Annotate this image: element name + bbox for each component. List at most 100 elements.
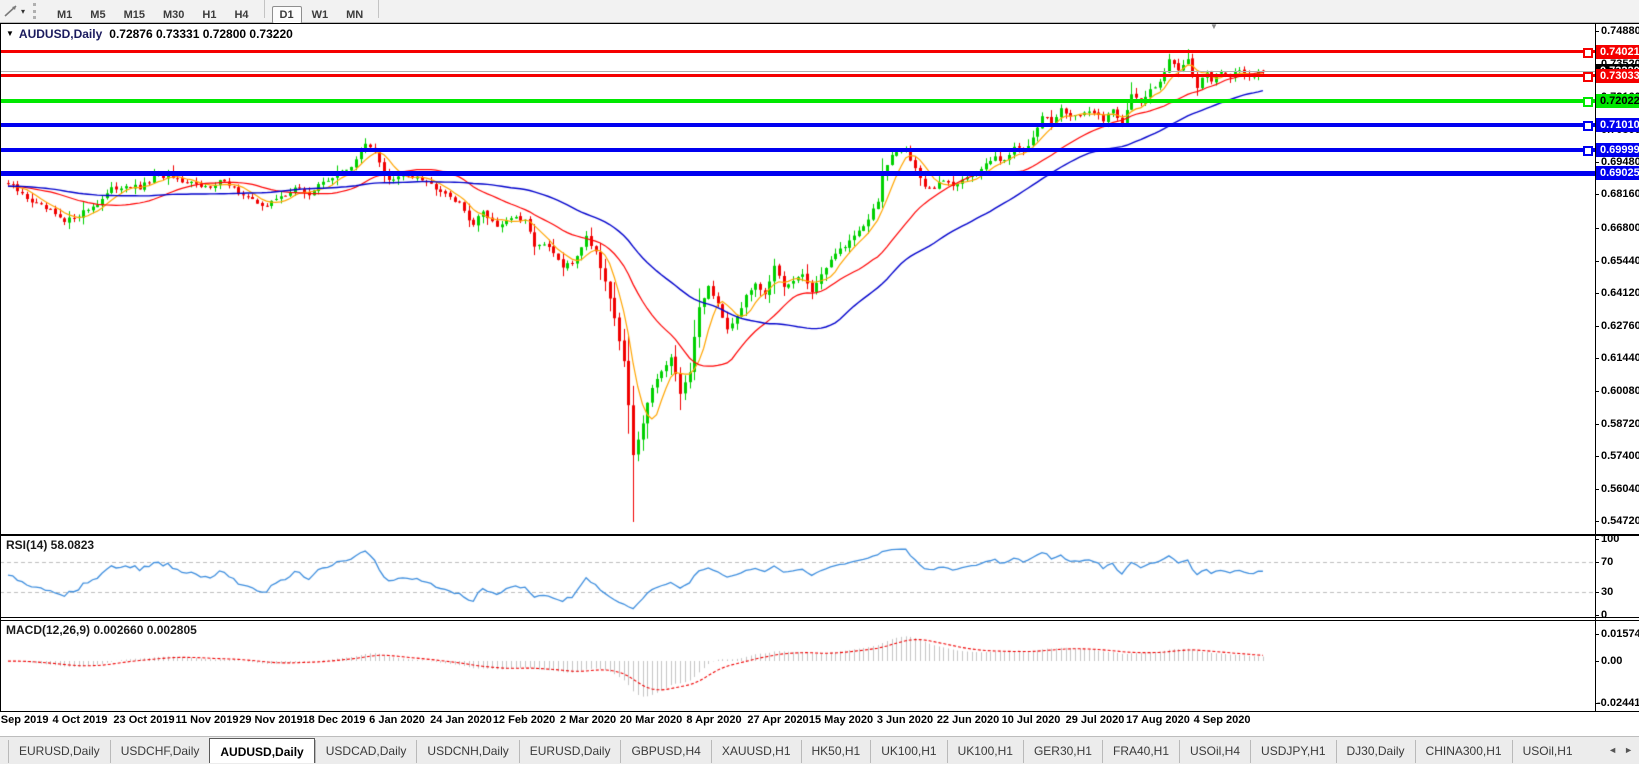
chart-ohlc-title: ▼AUDUSD,Daily0.72876 0.73331 0.72800 0.7… (6, 27, 293, 41)
horizontal-line[interactable] (0, 171, 1595, 176)
tab-usdchf-daily[interactable]: USDCHF,Daily (110, 740, 210, 763)
tab-eurusd-daily[interactable]: EURUSD,Daily (519, 740, 621, 763)
date-axis-label: 16 Sep 2019 (0, 714, 49, 727)
chart-left-border (0, 23, 1, 712)
tab-fra40-h1[interactable]: FRA40,H1 (1102, 740, 1179, 763)
macd-tick-label: -0.024412 (1597, 697, 1639, 710)
date-axis-label: 2 Mar 2020 (560, 714, 616, 727)
price-tick-label: 0.74880 (1601, 25, 1639, 38)
price-tick-label: 0.60080 (1601, 385, 1639, 398)
horizontal-line[interactable] (0, 74, 1595, 77)
price-tick-dash (1595, 228, 1599, 229)
date-axis-label: 23 Oct 2019 (113, 714, 174, 727)
date-axis-label: 24 Jan 2020 (430, 714, 492, 727)
price-tick-label: 0.57400 (1601, 450, 1639, 463)
chart-tabs: EURUSD,DailyUSDCHF,DailyAUDUSD,DailyUSDC… (8, 740, 1583, 763)
macd-tick-dash (1595, 634, 1599, 635)
date-axis-label: 3 Jun 2020 (877, 714, 933, 727)
horizontal-line[interactable] (0, 99, 1595, 103)
tab-eurusd-daily[interactable]: EURUSD,Daily (8, 740, 110, 763)
date-axis-label: 8 Apr 2020 (686, 714, 741, 727)
price-chart-canvas[interactable] (0, 24, 1595, 712)
horizontal-line[interactable] (0, 123, 1595, 127)
hline-price-label: 0.71010 (1596, 118, 1639, 132)
tab-usdcad-daily[interactable]: USDCAD,Daily (315, 740, 417, 763)
tab-xauusd-h1[interactable]: XAUUSD,H1 (711, 740, 801, 763)
date-axis-label: 17 Aug 2020 (1126, 714, 1190, 727)
chart-window: ▼AUDUSD,Daily0.72876 0.73331 0.72800 0.7… (0, 0, 1639, 736)
price-tick-label: 0.56040 (1601, 483, 1639, 496)
tab-audusd-daily[interactable]: AUDUSD,Daily (209, 738, 314, 763)
date-axis-label: 12 Feb 2020 (493, 714, 555, 727)
hline-price-label: 0.73033 (1596, 69, 1639, 83)
price-tick-label: 0.66800 (1601, 222, 1639, 235)
horizontal-line[interactable] (0, 50, 1595, 53)
price-tick-dash (1595, 293, 1599, 294)
line-handle[interactable] (1583, 97, 1593, 107)
line-handle[interactable] (1583, 72, 1593, 82)
macd-tick-dash (1595, 661, 1599, 662)
tab-gbpusd-h4[interactable]: GBPUSD,H4 (620, 740, 710, 763)
price-tick-dash (1595, 521, 1599, 522)
date-axis-label: 10 Jul 2020 (1002, 714, 1061, 727)
tab-china300-h1[interactable]: CHINA300,H1 (1415, 740, 1512, 763)
tab-uk100-h1[interactable]: UK100,H1 (947, 740, 1023, 763)
macd-indicator-title: MACD(12,26,9) 0.002660 0.002805 (6, 623, 197, 637)
line-handle[interactable] (1583, 146, 1593, 156)
macd-tick-label: 0.00 (1601, 655, 1622, 668)
price-tick-label: 0.58720 (1601, 418, 1639, 431)
price-tick-dash (1595, 391, 1599, 392)
price-tick-dash (1595, 456, 1599, 457)
chart-shift-marker[interactable]: ▼ (1210, 22, 1218, 31)
tab-ger30-h1[interactable]: GER30,H1 (1023, 740, 1102, 763)
date-axis-label: 4 Sep 2020 (1194, 714, 1251, 727)
hline-price-label: 0.72022 (1596, 94, 1639, 108)
symbol-caret-icon[interactable]: ▼ (6, 29, 14, 38)
tab-usoil-h4[interactable]: USOil,H4 (1179, 740, 1250, 763)
panel-border (0, 23, 1639, 24)
price-tick-label: 0.54720 (1601, 515, 1639, 528)
price-tick-dash (1595, 162, 1599, 163)
chart-tab-bar: EURUSD,DailyUSDCHF,DailyAUDUSD,DailyUSDC… (0, 736, 1639, 764)
price-tick-dash (1595, 31, 1599, 32)
chart-symbol-label: AUDUSD,Daily (19, 27, 102, 41)
tab-dj30-daily[interactable]: DJ30,Daily (1336, 740, 1415, 763)
price-tick-label: 0.68160 (1601, 188, 1639, 201)
date-axis-label: 29 Jul 2020 (1066, 714, 1125, 727)
rsi-tick-dash (1595, 592, 1599, 593)
price-tick-dash (1595, 326, 1599, 327)
tab-usoil-h1[interactable]: USOil,H1 (1512, 740, 1583, 763)
trading-terminal-window: ▾ M1M5M15M30H1H4D1W1MN ▼AUDUSD,Daily0.72… (0, 0, 1639, 764)
tab-scroll-right-button[interactable]: ► (1624, 745, 1633, 755)
macd-tick-label: 0.015741 (1601, 628, 1639, 641)
date-axis-label: 4 Oct 2019 (52, 714, 107, 727)
date-axis-label: 22 Jun 2020 (937, 714, 999, 727)
price-tick-label: 0.64120 (1601, 287, 1639, 300)
price-tick-dash (1595, 261, 1599, 262)
tab-uk100-h1[interactable]: UK100,H1 (870, 740, 946, 763)
hline-price-label: 0.69999 (1596, 143, 1639, 157)
price-tick-label: 0.61440 (1601, 352, 1639, 365)
tab-usdjpy-h1[interactable]: USDJPY,H1 (1250, 740, 1335, 763)
panel-border (0, 617, 1639, 618)
date-axis-label: 18 Dec 2019 (303, 714, 366, 727)
rsi-tick-dash (1595, 539, 1599, 540)
line-handle[interactable] (1583, 48, 1593, 58)
rsi-tick-label: 100 (1601, 533, 1619, 546)
price-tick-dash (1595, 489, 1599, 490)
horizontal-line[interactable] (0, 148, 1595, 152)
rsi-tick-label: 0 (1601, 609, 1607, 622)
rsi-tick-label: 70 (1601, 556, 1613, 569)
hline-price-label: 0.69025 (1596, 166, 1639, 180)
date-axis-label: 20 Mar 2020 (620, 714, 682, 727)
date-axis-label: 27 Apr 2020 (747, 714, 808, 727)
rsi-tick-dash (1595, 615, 1599, 616)
tab-hk50-h1[interactable]: HK50,H1 (801, 740, 871, 763)
line-handle[interactable] (1583, 121, 1593, 131)
tab-usdcnh-daily[interactable]: USDCNH,Daily (416, 740, 518, 763)
price-tick-dash (1595, 424, 1599, 425)
rsi-indicator-title: RSI(14) 58.0823 (6, 538, 94, 552)
tab-scroll-left-button[interactable]: ◄ (1608, 745, 1617, 755)
price-tick-label: 0.65440 (1601, 255, 1639, 268)
hline-price-label: 0.74021 (1596, 45, 1639, 59)
